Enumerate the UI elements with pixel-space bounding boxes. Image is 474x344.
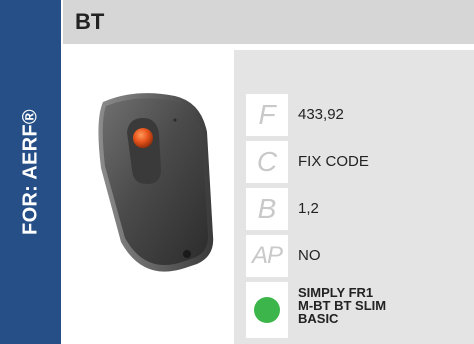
spec-row-autoprogramming: AP NO	[246, 235, 474, 277]
brand-band: FOR: AERF®	[0, 0, 61, 344]
spec-panel: F 433,92 C FIX CODE B 1,2 AP NO SIMPLY F…	[234, 50, 474, 344]
spec-letter-box: AP	[246, 235, 288, 277]
product-title: BT	[75, 9, 105, 34]
spec-letter: F	[258, 99, 276, 130]
spec-value: 1,2	[298, 200, 319, 217]
spec-row-buttons: B 1,2	[246, 188, 474, 230]
spec-letter: AP	[251, 242, 283, 269]
spec-value: FIX CODE	[298, 153, 369, 170]
header-bar: BT	[63, 0, 474, 44]
compatible-models: SIMPLY FR1 M-BT BT SLIM BASIC	[298, 286, 386, 325]
spec-value: 433,92	[298, 106, 344, 123]
spec-letter-box: C	[246, 141, 288, 183]
spec-row-frequency: F 433,92	[246, 94, 474, 136]
green-dot-icon	[254, 297, 280, 323]
spec-letter: C	[256, 146, 278, 177]
compatible-model: BASIC	[298, 311, 339, 326]
brand-label: FOR: AERF®	[19, 109, 42, 235]
spec-letter: B	[257, 193, 277, 224]
remote-control-image	[98, 93, 214, 272]
spec-value: NO	[298, 247, 321, 264]
compatibility-row: SIMPLY FR1 M-BT BT SLIM BASIC	[246, 282, 474, 338]
spec-letter-box: F	[246, 94, 288, 136]
compatibility-indicator-box	[246, 282, 288, 338]
spec-letter-box: B	[246, 188, 288, 230]
product-photo	[63, 50, 231, 344]
spec-row-code: C FIX CODE	[246, 141, 474, 183]
